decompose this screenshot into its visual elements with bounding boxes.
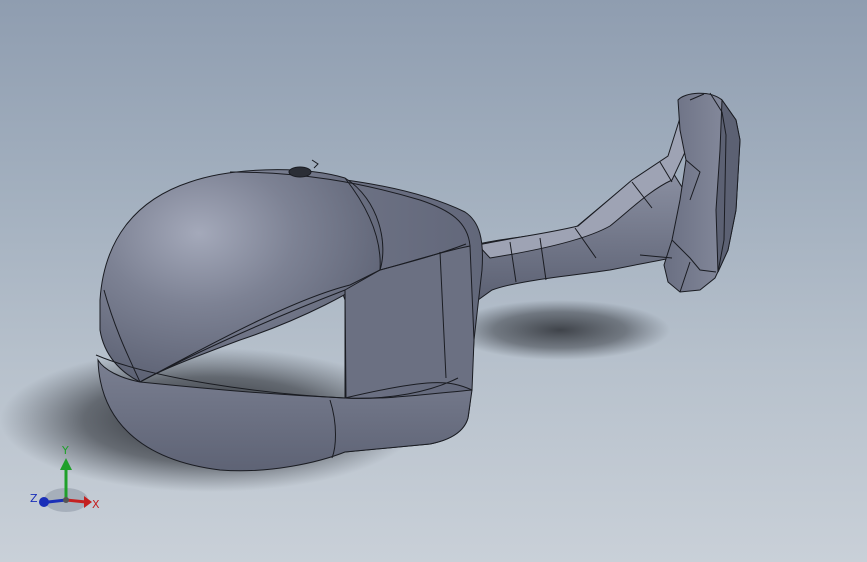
arm-shadow [450, 300, 670, 360]
top-hole [288, 166, 312, 178]
y-axis-arrow [60, 458, 72, 470]
triad-origin [63, 497, 69, 503]
top-notch [311, 159, 319, 169]
x-axis-line [65, 498, 87, 504]
reference-triad: Y X Z [30, 444, 100, 512]
graphics-viewport[interactable]: Y X Z [0, 0, 867, 562]
z-axis-dot [39, 497, 49, 507]
x-axis-arrow [84, 496, 92, 508]
x-axis-label: X [92, 498, 100, 511]
z-axis-label: Z [30, 492, 38, 505]
3d-model-view[interactable] [0, 0, 867, 562]
y-axis-label: Y [61, 444, 69, 457]
